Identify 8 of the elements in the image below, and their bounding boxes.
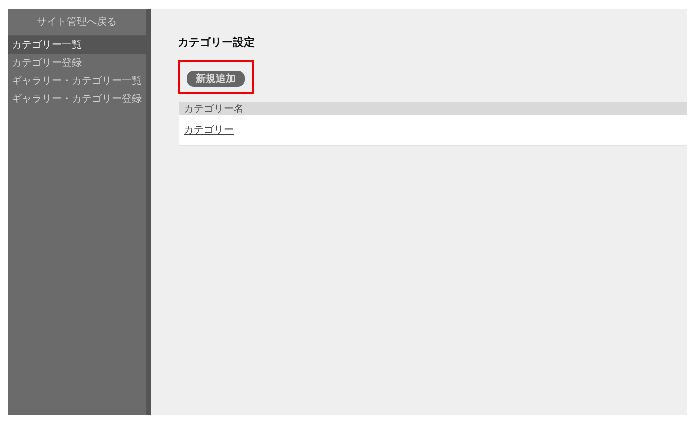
sidebar-item[interactable]: カテゴリー登録	[8, 54, 146, 72]
sidebar-item[interactable]: カテゴリー一覧	[8, 36, 146, 54]
page-title: カテゴリー設定	[178, 35, 256, 50]
add-button[interactable]: 新規追加	[187, 71, 245, 87]
sidebar-item[interactable]: ギャラリー・カテゴリー一覧	[8, 72, 146, 90]
sidebar-item[interactable]: ギャラリー・カテゴリー登録	[8, 90, 146, 108]
category-link[interactable]: カテゴリー	[184, 123, 234, 137]
column-header: カテゴリー名	[179, 102, 687, 115]
